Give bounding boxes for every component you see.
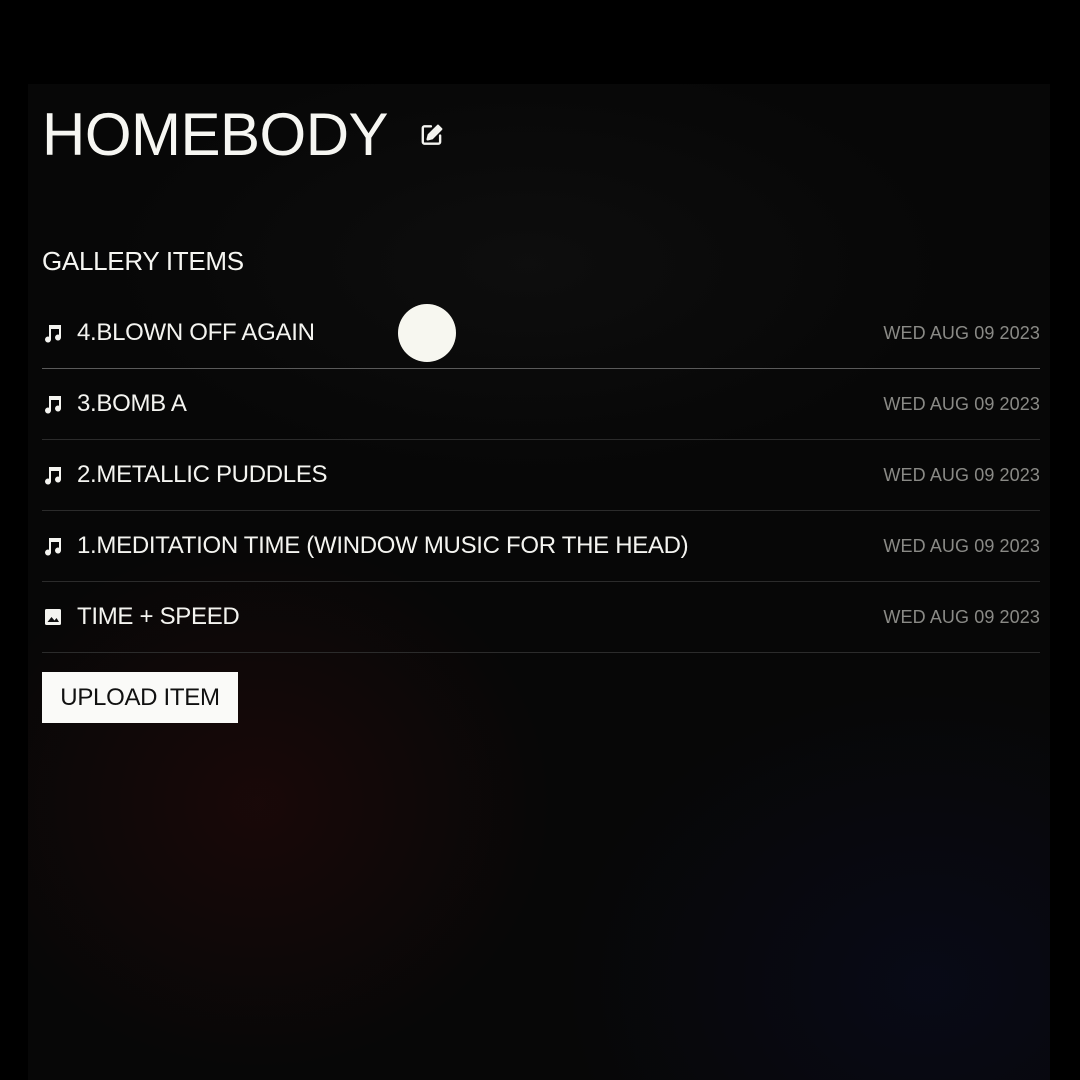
item-date: WED AUG 09 2023 <box>883 464 1040 485</box>
item-name: 2.METALLIC PUDDLES <box>77 461 328 488</box>
list-item[interactable]: 4.BLOWN OFF AGAIN WED AUG 09 2023 <box>42 298 1040 369</box>
list-item[interactable]: 2.METALLIC PUDDLES WED AUG 09 2023 <box>42 440 1040 511</box>
gallery-section-title: GALLERY ITEMS <box>42 246 244 276</box>
list-item[interactable]: 1.MEDITATION TIME (WINDOW MUSIC FOR THE … <box>42 511 1040 582</box>
item-name: TIME + SPEED <box>77 603 240 630</box>
item-date: WED AUG 09 2023 <box>883 606 1040 627</box>
music-note-icon <box>42 322 64 344</box>
music-note-icon <box>42 464 64 486</box>
item-date: WED AUG 09 2023 <box>883 393 1040 414</box>
music-note-icon <box>42 535 64 557</box>
page-title: HOMEBODY <box>42 101 389 168</box>
item-date: WED AUG 09 2023 <box>883 322 1040 343</box>
edit-icon[interactable] <box>418 121 446 149</box>
music-note-icon <box>42 393 64 415</box>
image-icon <box>42 606 64 628</box>
item-name: 4.BLOWN OFF AGAIN <box>77 319 315 346</box>
list-item[interactable]: TIME + SPEED WED AUG 09 2023 <box>42 582 1040 653</box>
item-name: 3.BOMB A <box>77 390 187 417</box>
list-item[interactable]: 3.BOMB A WED AUG 09 2023 <box>42 369 1040 440</box>
gallery-list: 4.BLOWN OFF AGAIN WED AUG 09 2023 3.BOMB… <box>42 298 1040 653</box>
item-name: 1.MEDITATION TIME (WINDOW MUSIC FOR THE … <box>77 532 689 559</box>
upload-item-button[interactable]: UPLOAD ITEM <box>42 672 238 723</box>
page: HOMEBODY GALLERY ITEMS 4.BLOWN OFF AGAIN… <box>0 0 1080 1080</box>
item-date: WED AUG 09 2023 <box>883 535 1040 556</box>
title-row: HOMEBODY <box>42 100 446 170</box>
